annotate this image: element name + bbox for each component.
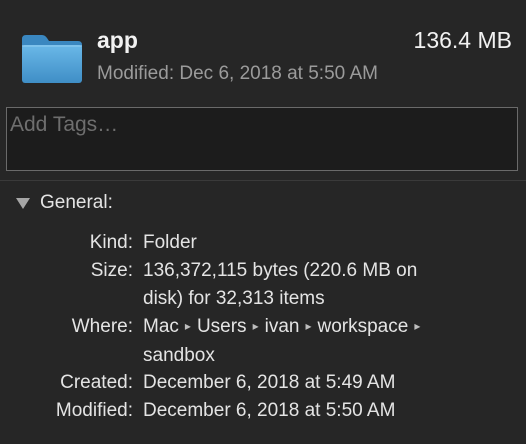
size-value: 136,372,115 bytes (220.6 MB on disk) for… (143, 257, 503, 313)
kind-label: Kind: (89, 232, 133, 253)
kind-value: Folder (143, 232, 197, 253)
tags-field[interactable] (6, 107, 518, 171)
where-path: Mac ▸ Users ▸ ivan ▸ workspace ▸ sandbox (143, 313, 503, 370)
path-item-workspace[interactable]: workspace (317, 316, 408, 337)
size-label: Size: (90, 260, 133, 281)
file-size: 136.4 MB (413, 27, 512, 53)
created-value: December 6, 2018 at 5:49 AM (143, 372, 396, 393)
path-item-sandbox[interactable]: sandbox (143, 345, 215, 366)
modified-label: Modified: (55, 400, 133, 421)
size-value-line1: 136,372,115 bytes (220.6 MB on (143, 260, 418, 281)
path-separator-icon: ▸ (414, 319, 421, 333)
path-item-users[interactable]: Users (197, 316, 247, 337)
path-separator-icon: ▸ (305, 319, 312, 333)
file-name: app (97, 27, 138, 53)
folder-icon (22, 35, 82, 83)
path-separator-icon: ▸ (184, 319, 191, 333)
disclosure-triangle-down-icon[interactable] (16, 197, 30, 209)
general-section-title: General: (40, 192, 113, 213)
tags-input[interactable] (9, 110, 515, 140)
info-header: app 136.4 MB Modified: Dec 6, 2018 at 5:… (0, 0, 526, 100)
path-item-ivan[interactable]: ivan (265, 316, 300, 337)
modified-summary: Modified: Dec 6, 2018 at 5:50 AM (97, 63, 378, 84)
section-divider (0, 180, 526, 181)
where-label: Where: (71, 316, 133, 337)
created-label: Created: (60, 372, 133, 393)
size-value-line2: disk) for 32,313 items (143, 288, 325, 309)
path-separator-icon: ▸ (252, 319, 259, 333)
general-section-toggle[interactable]: General: (16, 191, 113, 215)
path-item-mac[interactable]: Mac (143, 316, 179, 337)
modified-value: December 6, 2018 at 5:50 AM (143, 400, 396, 421)
